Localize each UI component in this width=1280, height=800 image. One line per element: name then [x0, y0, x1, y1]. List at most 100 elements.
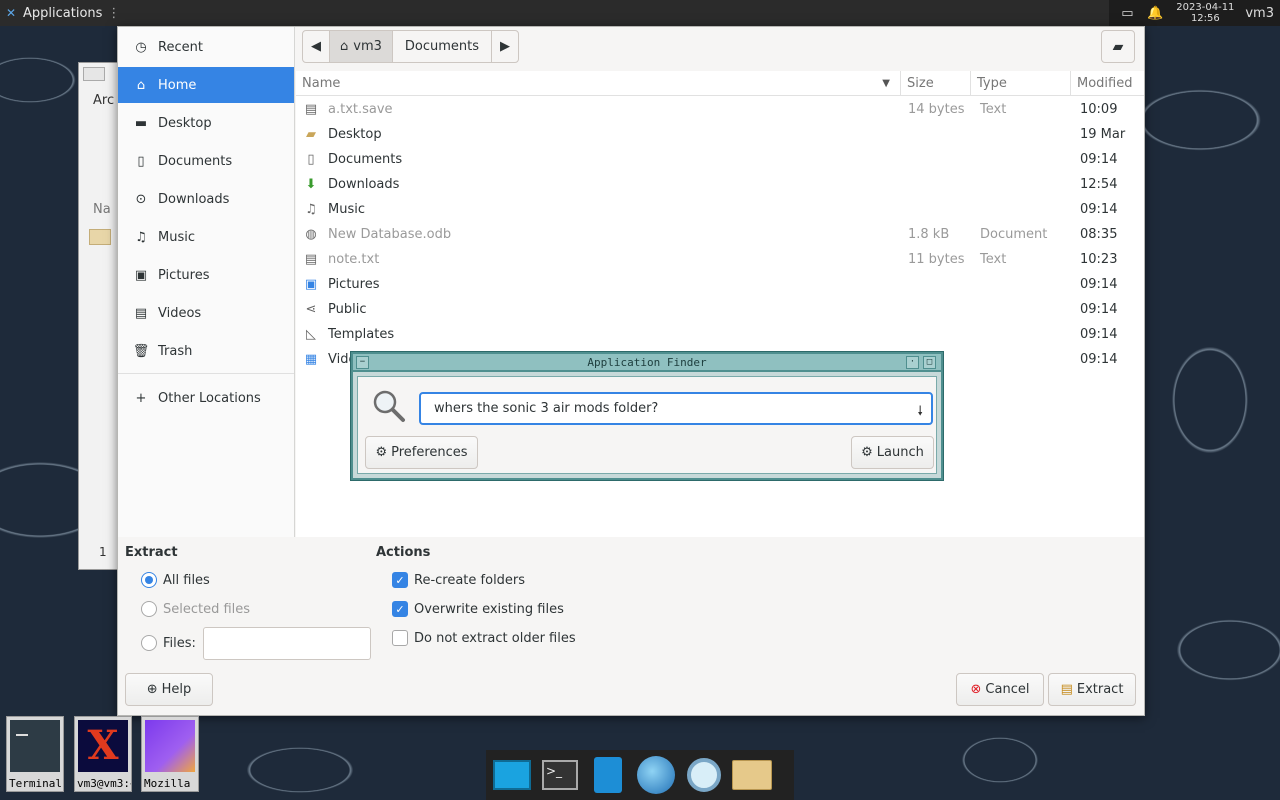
picture-icon: ▣ — [134, 267, 148, 283]
chevron-left-icon: ◀ — [311, 39, 321, 54]
sidebar-item-music[interactable]: ♫ Music — [118, 219, 294, 255]
text-file-icon: ▤ — [304, 252, 318, 267]
sidebar-item-desktop[interactable]: ▬ Desktop — [118, 105, 294, 141]
finder-title: Application Finder — [587, 356, 707, 369]
sidebar-item-label: Trash — [158, 343, 193, 359]
path-back-button[interactable]: ◀ — [303, 31, 330, 62]
overwrite-checkbox[interactable]: ✓ Overwrite existing files — [392, 601, 564, 617]
sidebar-item-other-locations[interactable]: + Other Locations — [118, 380, 294, 416]
column-size[interactable]: Size — [901, 71, 971, 96]
file-row[interactable]: ♫ Music 09:14 — [296, 197, 1144, 222]
file-row[interactable]: ⬇ Downloads 12:54 — [296, 172, 1144, 197]
applications-menu-button[interactable]: ✕ Applications ⋮ — [0, 0, 126, 26]
extract-icon: ▤ — [1060, 682, 1073, 697]
launch-button[interactable]: ⚙ Launch — [851, 436, 934, 469]
search-icon — [373, 390, 405, 422]
video-icon: ▤ — [134, 305, 148, 321]
file-modified: 09:14 — [1080, 277, 1118, 292]
web-browser-icon[interactable] — [636, 755, 676, 795]
column-type[interactable]: Type — [971, 71, 1071, 96]
search-input[interactable]: whers the sonic 3 air mods folder? 🠗 — [419, 392, 933, 425]
column-name[interactable]: Name ▼ — [296, 71, 901, 96]
new-folder-button[interactable]: ▰ — [1101, 30, 1135, 63]
cancel-button[interactable]: ⊗ Cancel — [956, 673, 1044, 706]
database-icon: ◍ — [305, 227, 317, 242]
download-icon: ⊙ — [135, 191, 147, 207]
show-desktop-icon[interactable] — [492, 755, 532, 795]
gear-icon: ⚙ — [375, 445, 388, 460]
path-home-button[interactable]: ⌂ vm3 — [330, 31, 393, 62]
files-radio[interactable]: Files: — [141, 635, 196, 651]
minimize-button[interactable]: · — [906, 356, 919, 369]
column-modified[interactable]: Modified — [1071, 71, 1144, 96]
all-files-radio[interactable]: All files — [141, 572, 210, 588]
no-older-checkbox[interactable]: Do not extract older files — [392, 630, 576, 646]
sidebar-divider — [118, 373, 294, 374]
app-finder-icon[interactable] — [684, 755, 724, 795]
user-menu[interactable]: vm3 — [1245, 6, 1274, 21]
selected-files-radio[interactable]: Selected files — [141, 601, 250, 617]
sidebar-item-documents[interactable]: ▯ Documents — [118, 143, 294, 179]
file-row[interactable]: ⋖ Public 09:14 — [296, 297, 1144, 322]
file-row[interactable]: ◍ New Database.odb 1.8 kB Document 08:35 — [296, 222, 1144, 247]
file-name: Music — [328, 202, 365, 217]
path-forward-button[interactable]: ▶ — [492, 31, 518, 62]
path-documents-button[interactable]: Documents — [393, 31, 493, 62]
folder-icon — [89, 229, 111, 245]
window-menu-button[interactable]: − — [356, 356, 369, 369]
sidebar-item-label: Recent — [158, 39, 203, 55]
files-pattern-input[interactable] — [203, 627, 371, 660]
task-xterm[interactable]: X vm3@vm3:~ — [74, 716, 132, 792]
all-files-label: All files — [163, 572, 210, 588]
menu-separator-icon: ⋮ — [107, 5, 121, 21]
launch-gears-icon: ⚙ — [861, 445, 873, 460]
file-size: 11 bytes — [908, 252, 965, 267]
sidebar-item-home[interactable]: ⌂ Home — [118, 67, 294, 103]
finder-titlebar[interactable]: − Application Finder · □ — [353, 354, 941, 372]
file-row[interactable]: ▣ Pictures 09:14 — [296, 272, 1144, 297]
file-row[interactable]: ▰ Desktop 19 Mar — [296, 122, 1144, 147]
file-row[interactable]: ◺ Templates 09:14 — [296, 322, 1144, 347]
document-folder-icon: ▯ — [307, 152, 315, 167]
clock[interactable]: 2023-04-11 12:56 — [1175, 2, 1235, 24]
terminal-icon[interactable]: >_ — [540, 755, 580, 795]
sidebar-item-downloads[interactable]: ⊙ Downloads — [118, 181, 294, 217]
notification-bell-icon[interactable]: 🔔 — [1147, 5, 1163, 21]
file-modified: 09:14 — [1080, 302, 1118, 317]
dropdown-arrow-icon[interactable]: 🠗 — [917, 402, 923, 424]
check-icon: ✓ — [392, 572, 408, 588]
task-firefox[interactable]: Mozilla F: — [141, 716, 199, 792]
folder-icon[interactable] — [732, 755, 772, 795]
preferences-button[interactable]: ⚙ Preferences — [365, 436, 478, 469]
file-modified: 09:14 — [1080, 202, 1118, 217]
sidebar-item-trash[interactable]: 🗑 Trash — [118, 333, 294, 369]
help-button[interactable]: ⊕ Help — [125, 673, 213, 706]
column-name-label: Name — [302, 76, 341, 91]
sidebar-item-pictures[interactable]: ▣ Pictures — [118, 257, 294, 293]
maximize-button[interactable]: □ — [923, 356, 936, 369]
extract-button[interactable]: ▤ Extract — [1048, 673, 1136, 706]
file-row[interactable]: ▤ a.txt.save 14 bytes Text 10:09 — [296, 97, 1144, 122]
file-row[interactable]: ▤ note.txt 11 bytes Text 10:23 — [296, 247, 1144, 272]
sidebar-item-label: Other Locations — [158, 390, 261, 406]
file-modified: 09:14 — [1080, 352, 1118, 367]
sidebar-item-videos[interactable]: ▤ Videos — [118, 295, 294, 331]
cancel-label: Cancel — [985, 682, 1030, 697]
task-terminal[interactable]: Terminal - — [6, 716, 64, 792]
places-sidebar: ◷ Recent ⌂ Home ▬ Desktop ▯ Documents ⊙ Downl… — [118, 27, 295, 537]
recreate-folders-checkbox[interactable]: ✓ Re-create folders — [392, 572, 525, 588]
sort-down-icon: ▼ — [882, 78, 890, 89]
file-type: Text — [980, 252, 1007, 267]
file-manager-icon[interactable] — [588, 755, 628, 795]
file-size: 14 bytes — [908, 102, 965, 117]
path-bar: ◀ ⌂ vm3 Documents ▶ — [302, 30, 520, 63]
column-type-label: Type — [977, 76, 1007, 91]
file-row[interactable]: ▯ Documents 09:14 — [296, 147, 1144, 172]
window-menu-button[interactable] — [83, 67, 105, 81]
sidebar-item-recent[interactable]: ◷ Recent — [118, 29, 294, 65]
battery-icon[interactable]: ▭ — [1119, 5, 1135, 21]
options-area: Extract All files Selected files Files: … — [118, 537, 1144, 715]
task-label: vm3@vm3:~ — [77, 777, 131, 790]
search-query: whers the sonic 3 air mods folder? — [434, 401, 659, 416]
chevron-right-icon: ▶ — [500, 39, 511, 54]
